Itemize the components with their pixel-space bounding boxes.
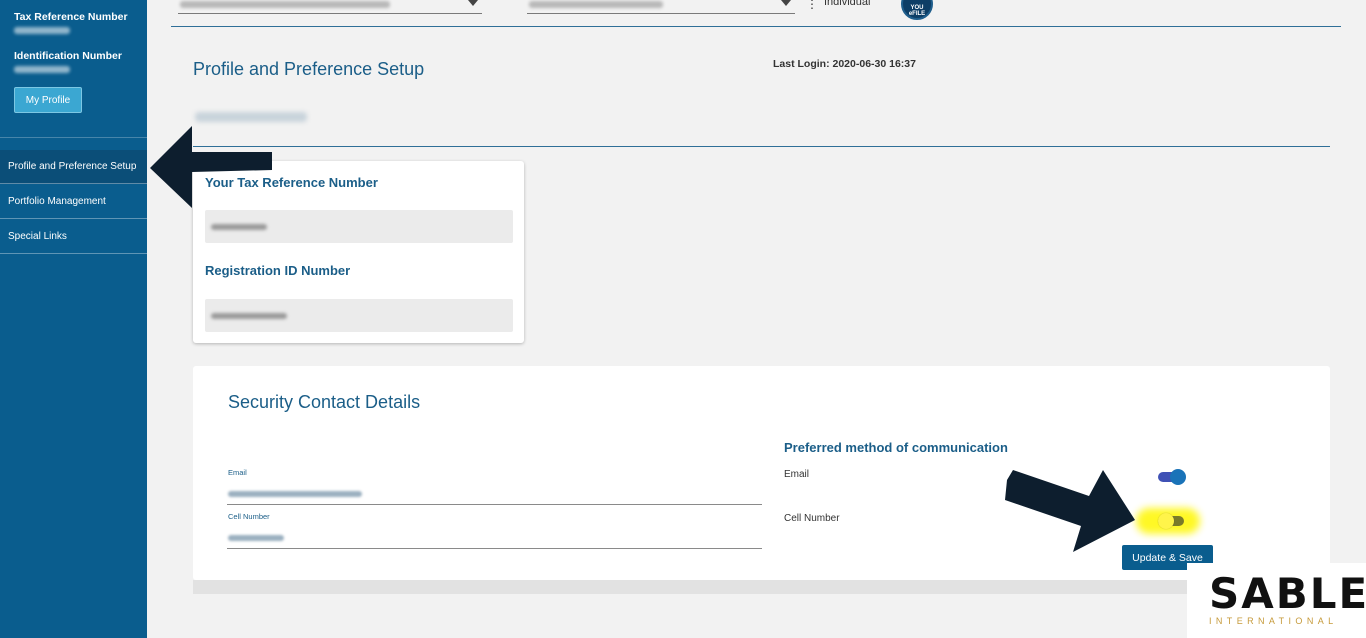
- header-divider: [193, 146, 1330, 147]
- toggle-knob: [1170, 469, 1186, 485]
- sidebar-item-special-links[interactable]: Special Links: [0, 220, 147, 254]
- page-title: Profile and Preference Setup: [193, 59, 425, 79]
- security-contact-title: Security Contact Details: [228, 392, 421, 412]
- annotation-arrow-left-icon: [150, 126, 272, 208]
- registration-id-title: Registration ID Number: [205, 263, 351, 278]
- email-toggle[interactable]: [1158, 469, 1186, 485]
- efile-logo: YOU eFILE: [901, 0, 933, 20]
- identification-label: Identification Number: [14, 50, 122, 62]
- taxpayer-dropdown-value-redacted: [529, 1, 663, 8]
- cell-number-field-label: Cell Number: [228, 512, 270, 521]
- cell-number-field-value-redacted[interactable]: [228, 535, 284, 541]
- toggle-knob: [1158, 513, 1174, 529]
- email-field[interactable]: [227, 504, 762, 505]
- chevron-down-icon: [781, 0, 791, 6]
- tax-reference-field: [205, 210, 513, 243]
- pref-email-label: Email: [784, 469, 810, 480]
- pref-cell-label: Cell Number: [784, 513, 840, 524]
- last-login: Last Login: 2020-06-30 16:37: [773, 58, 916, 70]
- registration-id-field-value-redacted: [211, 313, 287, 319]
- tax-reference-label: Tax Reference Number: [14, 11, 128, 23]
- registration-id-field: [205, 299, 513, 332]
- cell-number-toggle[interactable]: [1158, 513, 1184, 529]
- efile-logo-text: YOU eFILE: [908, 5, 926, 17]
- email-field-value-redacted[interactable]: [228, 491, 362, 497]
- preferred-communication-title: Preferred method of communication: [784, 440, 1008, 455]
- cell-number-field[interactable]: [227, 548, 762, 549]
- sidebar-divider: [0, 137, 147, 138]
- topbar-divider: [171, 26, 1341, 27]
- account-dropdown-value-redacted: [180, 1, 390, 8]
- tax-reference-value-redacted: [14, 27, 70, 34]
- more-options-icon[interactable]: ⋮: [806, 0, 818, 10]
- chevron-down-icon: [468, 0, 478, 6]
- account-dropdown[interactable]: [178, 0, 482, 14]
- tax-reference-field-value-redacted: [211, 224, 267, 230]
- sidebar-item-portfolio-management[interactable]: Portfolio Management: [0, 185, 147, 219]
- annotation-arrow-right-icon: [1005, 470, 1135, 552]
- taxpayer-type-label: Individual: [824, 0, 871, 8]
- sable-watermark: SABLE INTERNATIONAL: [1187, 563, 1366, 638]
- identification-value-redacted: [14, 66, 70, 73]
- card-footer-strip: [193, 580, 1330, 594]
- email-field-label: Email: [228, 468, 247, 477]
- sidebar-item-profile-preference[interactable]: Profile and Preference Setup: [0, 150, 147, 184]
- my-profile-button[interactable]: My Profile: [14, 87, 82, 113]
- taxpayer-dropdown[interactable]: [527, 0, 795, 14]
- sable-sub: INTERNATIONAL: [1209, 616, 1338, 626]
- sable-brand: SABLE: [1209, 569, 1366, 618]
- sidebar: Tax Reference Number Identification Numb…: [0, 0, 147, 638]
